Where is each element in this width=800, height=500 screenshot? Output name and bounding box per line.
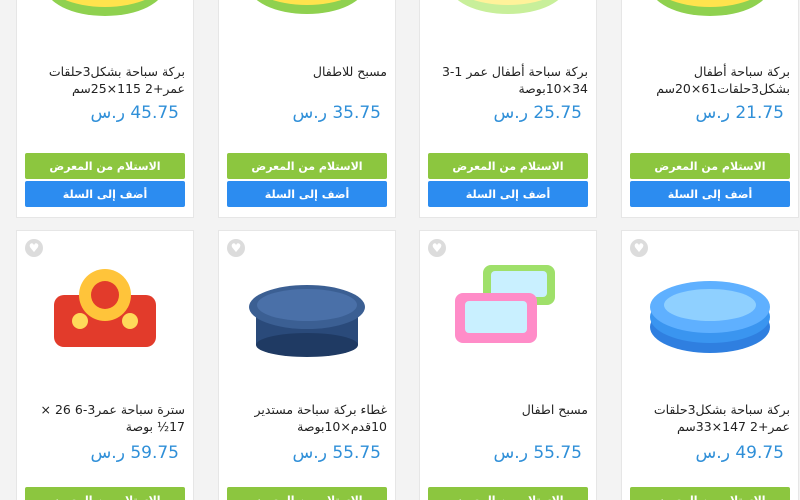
add-to-cart-button[interactable]: أضف إلى السلة [227, 181, 387, 207]
pickup-button[interactable]: الاستلام من المعرض [227, 487, 387, 500]
wishlist-heart-icon[interactable]: ♥ [227, 239, 245, 257]
product-image[interactable] [636, 0, 784, 31]
pickup-button[interactable]: الاستلام من المعرض [227, 153, 387, 179]
product-image[interactable] [31, 259, 179, 359]
wishlist-heart-icon[interactable]: ♥ [630, 239, 648, 257]
product-price: 59.75 ر.س [90, 443, 179, 463]
product-title[interactable]: بركة سباحة بشكل3حلقات عمر+2 115×25سم [25, 63, 185, 97]
product-title[interactable]: بركة سباحة أطفال عمر 1-3 34×10بوصة [428, 63, 588, 97]
add-to-cart-button[interactable]: أضف إلى السلة [428, 181, 588, 207]
product-title[interactable]: مسبح للاطفال [227, 63, 387, 80]
product-price: 49.75 ر.س [695, 443, 784, 463]
product-image[interactable] [31, 0, 179, 31]
product-card[interactable]: بركة سباحة أطفال بشكل3حلقات61×20سم 21.75… [621, 0, 799, 218]
product-title[interactable]: مسبح اطفال [428, 401, 588, 418]
product-title[interactable]: بركة سباحة أطفال بشكل3حلقات61×20سم [630, 63, 790, 97]
product-price: 35.75 ر.س [292, 103, 381, 123]
product-card[interactable]: بركة سباحة أطفال عمر 1-3 34×10بوصة 25.75… [419, 0, 597, 218]
product-price: 55.75 ر.س [292, 443, 381, 463]
pickup-button[interactable]: الاستلام من المعرض [25, 153, 185, 179]
product-price: 45.75 ر.س [90, 103, 179, 123]
product-grid: بركة سباحة أطفال بشكل3حلقات61×20سم 21.75… [0, 0, 800, 500]
product-image[interactable] [636, 259, 784, 359]
add-to-cart-button[interactable]: أضف إلى السلة [25, 181, 185, 207]
product-image[interactable] [233, 0, 381, 31]
wishlist-heart-icon[interactable]: ♥ [25, 239, 43, 257]
add-to-cart-button[interactable]: أضف إلى السلة [630, 181, 790, 207]
product-title[interactable]: غطاء بركة سباحة مستدير 10قدم×10بوصة [227, 401, 387, 435]
product-price: 55.75 ر.س [493, 443, 582, 463]
product-card[interactable]: ♥ سترة سباحة عمر3-6 26 × 17½ بوصة 59.75 … [16, 230, 194, 500]
wishlist-heart-icon[interactable]: ♥ [428, 239, 446, 257]
product-image[interactable] [434, 259, 582, 359]
product-title[interactable]: سترة سباحة عمر3-6 26 × 17½ بوصة [25, 401, 185, 435]
product-price: 21.75 ر.س [695, 103, 784, 123]
product-card[interactable]: ♥ مسبح اطفال 55.75 ر.س الاستلام من المعر… [419, 230, 597, 500]
product-image[interactable] [233, 259, 381, 359]
product-image[interactable] [434, 0, 582, 31]
product-title[interactable]: بركة سباحة بشكل3حلقات عمر+2 147×33سم [630, 401, 790, 435]
product-price: 25.75 ر.س [493, 103, 582, 123]
pickup-button[interactable]: الاستلام من المعرض [630, 487, 790, 500]
product-card[interactable]: مسبح للاطفال 35.75 ر.س الاستلام من المعر… [218, 0, 396, 218]
pickup-button[interactable]: الاستلام من المعرض [428, 487, 588, 500]
product-card[interactable]: ♥ غطاء بركة سباحة مستدير 10قدم×10بوصة 55… [218, 230, 396, 500]
pickup-button[interactable]: الاستلام من المعرض [428, 153, 588, 179]
pickup-button[interactable]: الاستلام من المعرض [25, 487, 185, 500]
product-card[interactable]: بركة سباحة بشكل3حلقات عمر+2 115×25سم 45.… [16, 0, 194, 218]
product-card[interactable]: ♥ بركة سباحة بشكل3حلقات عمر+2 147×33سم 4… [621, 230, 799, 500]
pickup-button[interactable]: الاستلام من المعرض [630, 153, 790, 179]
